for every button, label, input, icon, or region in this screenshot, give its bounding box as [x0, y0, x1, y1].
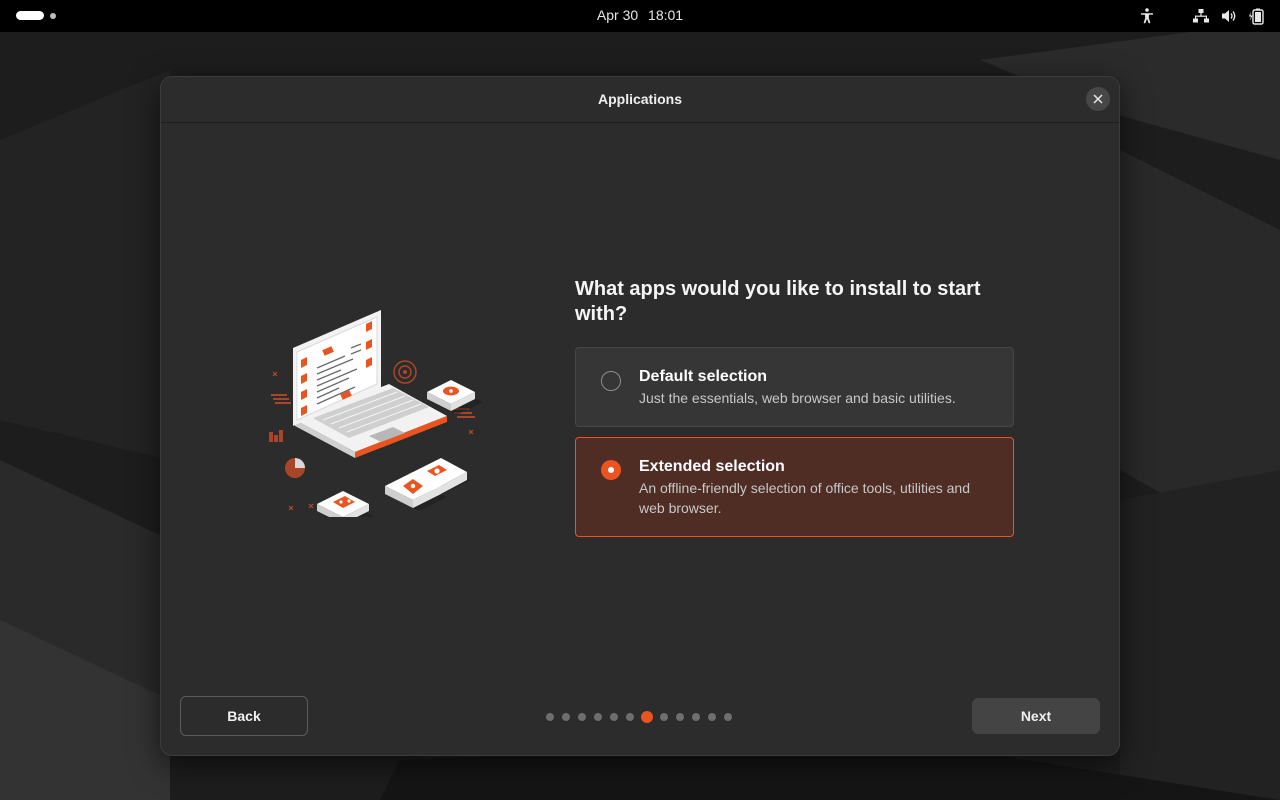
page-dot: [692, 713, 700, 721]
page-dot: [546, 713, 554, 721]
page-dot-current: [641, 711, 653, 723]
laptop-apps-illustration: [269, 310, 483, 517]
dialog-title: Applications: [597, 91, 682, 107]
page-indicator: [546, 711, 740, 723]
page-dot: [562, 713, 570, 721]
radio-extended-selection[interactable]: [601, 460, 621, 480]
back-button[interactable]: Back: [180, 696, 308, 736]
page-dot: [578, 713, 586, 721]
page-dot: [724, 713, 732, 721]
top-bar: Apr 30 18:01: [0, 0, 1280, 32]
page-dot: [610, 713, 618, 721]
accessibility-icon[interactable]: [1138, 7, 1156, 25]
network-wired-icon[interactable]: [1192, 7, 1210, 25]
page-dot: [626, 713, 634, 721]
clock-time: 18:01: [648, 7, 684, 23]
page-dot: [594, 713, 602, 721]
page-dot: [660, 713, 668, 721]
clock-date: Apr 30: [596, 7, 639, 23]
clock[interactable]: Apr 30 18:01: [0, 7, 1280, 23]
close-icon: [1093, 94, 1103, 104]
battery-icon[interactable]: [1248, 7, 1266, 25]
option-title: Default selection: [639, 368, 768, 385]
system-tray[interactable]: [1138, 7, 1266, 25]
option-title: Extended selection: [639, 458, 785, 475]
next-button[interactable]: Next: [972, 698, 1100, 734]
radio-default-selection[interactable]: [601, 371, 621, 391]
question-heading: What apps would you like to install to s…: [575, 278, 981, 325]
option-description: Just the essentials, web browser and bas…: [639, 390, 956, 406]
option-default-selection[interactable]: Default selection Just the essentials, w…: [575, 347, 1014, 427]
dialog-header: Applications: [161, 77, 1119, 123]
option-extended-selection[interactable]: Extended selection An offline-friendly s…: [575, 437, 1014, 537]
page-dot: [676, 713, 684, 721]
close-button[interactable]: [1086, 87, 1110, 111]
volume-icon[interactable]: [1220, 7, 1238, 25]
option-description: An offline-friendly selection of office …: [639, 480, 971, 516]
applications-dialog: Applications What apps would you like to…: [160, 76, 1120, 756]
page-dot: [708, 713, 716, 721]
